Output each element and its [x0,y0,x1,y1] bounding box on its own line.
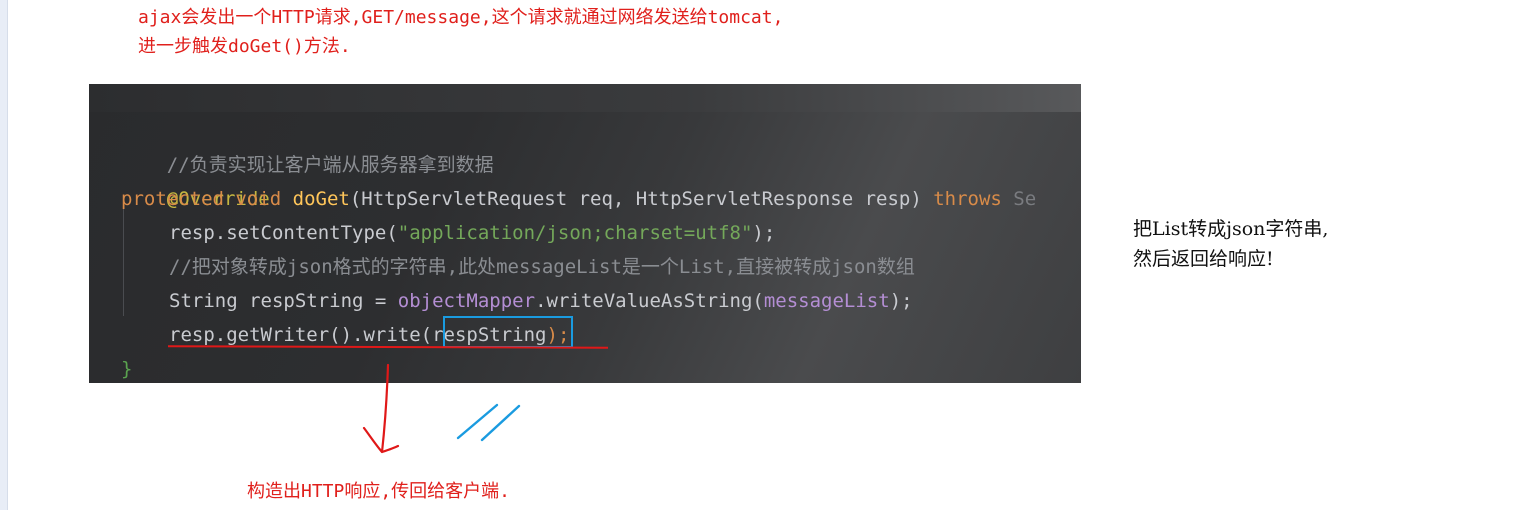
right-note-line1: 把List转成json字符串, [1133,218,1329,240]
right-note-line2: 然后返回给响应! [1133,248,1274,270]
red-down-arrow-icon [362,363,400,454]
annotation-strokes [362,363,521,454]
bottom-note: 构造出HTTP响应,传回给客户端. [247,481,511,502]
blue-slash-mark-icon-2 [480,404,521,442]
